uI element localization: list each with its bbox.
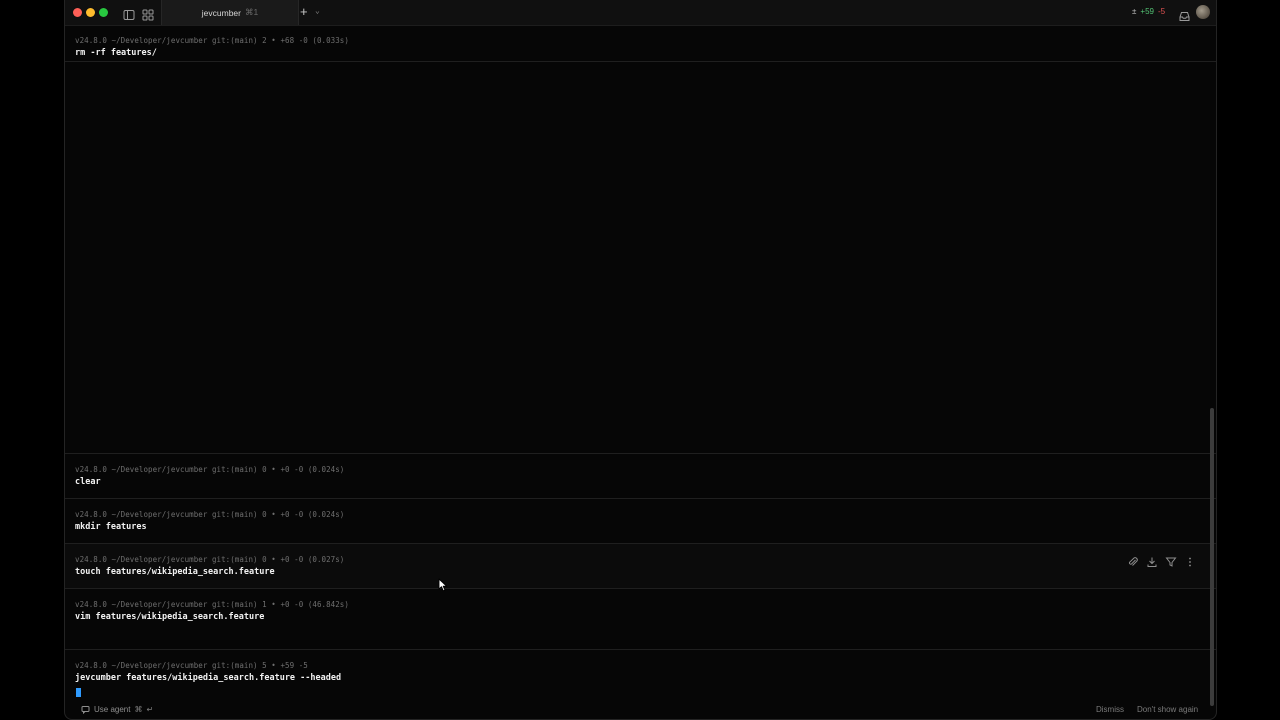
block-meta: v24.8.0 ~/Developer/jevcumber git:(main)… <box>75 465 345 474</box>
grid-icon[interactable] <box>142 6 154 21</box>
dismiss-button[interactable]: Dismiss <box>1096 705 1124 714</box>
use-agent-label: Use agent <box>94 705 131 714</box>
attach-icon[interactable] <box>1127 553 1139 566</box>
use-agent-button[interactable]: Use agent ⌘ ↵ <box>81 705 153 714</box>
command-block[interactable]: v24.8.0 ~/Developer/jevcumber git:(main)… <box>65 498 1216 543</box>
dont-show-again-button[interactable]: Don't show again <box>1137 705 1198 714</box>
tab-jevcumber[interactable]: jevcumber ⌘1 <box>161 0 299 25</box>
download-icon[interactable] <box>1146 553 1158 567</box>
block-meta: v24.8.0 ~/Developer/jevcumber git:(main)… <box>75 555 345 564</box>
block-command: jevcumber features/wikipedia_search.feat… <box>75 673 342 683</box>
mouse-pointer-icon <box>438 578 448 592</box>
command-block[interactable]: v24.8.0 ~/Developer/jevcumber git:(main)… <box>65 588 1216 649</box>
block-meta: v24.8.0 ~/Developer/jevcumber git:(main)… <box>75 661 308 670</box>
git-removed-count: -5 <box>1157 7 1166 16</box>
command-block[interactable]: v24.8.0 ~/Developer/jevcumber git:(main)… <box>65 543 1216 588</box>
command-block[interactable]: v24.8.0 ~/Developer/jevcumber git:(main)… <box>65 26 1216 62</box>
tab-shortcut: ⌘1 <box>244 7 259 17</box>
enter-key-hint: ↵ <box>146 705 154 714</box>
git-diff-icon: ± <box>1132 7 1137 16</box>
active-command-block[interactable]: v24.8.0 ~/Developer/jevcumber git:(main)… <box>65 649 1216 702</box>
avatar[interactable] <box>1196 5 1210 19</box>
block-meta: v24.8.0 ~/Developer/jevcumber git:(main)… <box>75 600 349 609</box>
terminal-window: jevcumber ⌘1 + ⌄ ± +59 -5 v24.8.0 ~/Deve… <box>64 0 1217 720</box>
git-diff-status[interactable]: ± +59 -5 <box>1132 7 1165 16</box>
new-tab-button[interactable]: + <box>300 4 308 19</box>
more-options-icon[interactable] <box>1184 553 1196 567</box>
inbox-icon[interactable] <box>1179 7 1190 26</box>
block-meta: v24.8.0 ~/Developer/jevcumber git:(main)… <box>75 510 345 519</box>
terminal-cursor <box>76 688 81 697</box>
tab-title: jevcumber <box>201 7 241 18</box>
block-command: clear <box>75 477 101 487</box>
close-window-button[interactable] <box>73 8 82 17</box>
minimize-window-button[interactable] <box>86 8 95 17</box>
block-meta: v24.8.0 ~/Developer/jevcumber git:(main)… <box>75 36 349 45</box>
scrollbar-thumb[interactable] <box>1210 408 1214 706</box>
command-block[interactable]: v24.8.0 ~/Developer/jevcumber git:(main)… <box>65 453 1216 498</box>
zoom-window-button[interactable] <box>99 8 108 17</box>
git-added-count: +59 <box>1140 7 1154 16</box>
agent-hint-bar: Use agent ⌘ ↵ Dismiss Don't show again <box>65 701 1216 719</box>
filter-icon[interactable] <box>1165 553 1177 567</box>
command-key-hint: ⌘ <box>134 705 143 714</box>
block-actions <box>1127 553 1196 567</box>
title-bar: jevcumber ⌘1 + ⌄ ± +59 -5 <box>65 0 1216 26</box>
block-command: vim features/wikipedia_search.feature <box>75 612 265 622</box>
block-command: touch features/wikipedia_search.feature <box>75 567 275 577</box>
block-command: rm -rf features/ <box>75 48 157 58</box>
block-command: mkdir features <box>75 522 147 532</box>
chevron-down-icon[interactable]: ⌄ <box>315 6 320 15</box>
sidebar-toggle-icon[interactable] <box>123 6 135 20</box>
agent-icon <box>81 706 90 714</box>
